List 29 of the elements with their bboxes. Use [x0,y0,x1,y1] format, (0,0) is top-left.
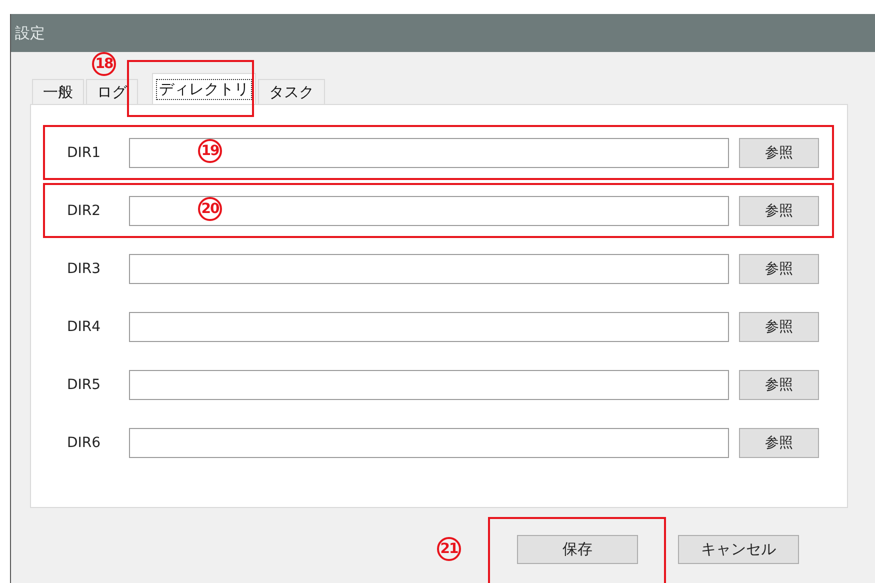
browse-button[interactable]: 参照 [739,254,819,284]
path-field[interactable] [129,312,729,342]
browse-button[interactable]: 参照 [739,428,819,458]
callout-number: 20 [198,197,222,221]
field-label: DIR3 [66,260,102,276]
field-label: DIR5 [66,376,102,392]
path-field[interactable] [129,428,729,458]
callout-number: 18 [92,52,116,76]
window-title: 設定 [15,24,45,42]
tab[interactable]: ログ [86,79,138,104]
tab[interactable]: タスク [258,79,325,104]
path-field[interactable] [129,196,729,226]
browse-button[interactable]: 参照 [739,138,819,168]
cancel-button[interactable]: キャンセル [678,535,799,564]
field-label: DIR1 [66,144,102,160]
field-label: DIR2 [66,202,102,218]
field-label: DIR4 [66,318,102,334]
field-label: DIR6 [66,434,102,450]
callout-number: 21 [437,537,461,561]
tab[interactable]: ディレクトリ [152,73,256,104]
path-field[interactable] [129,254,729,284]
tab[interactable]: 一般 [32,79,84,104]
browse-button[interactable]: 参照 [739,196,819,226]
path-field[interactable] [129,370,729,400]
browse-button[interactable]: 参照 [739,312,819,342]
path-field[interactable] [129,138,729,168]
save-button[interactable]: 保存 [517,535,638,564]
callout-number: 19 [198,139,222,163]
browse-button[interactable]: 参照 [739,370,819,400]
